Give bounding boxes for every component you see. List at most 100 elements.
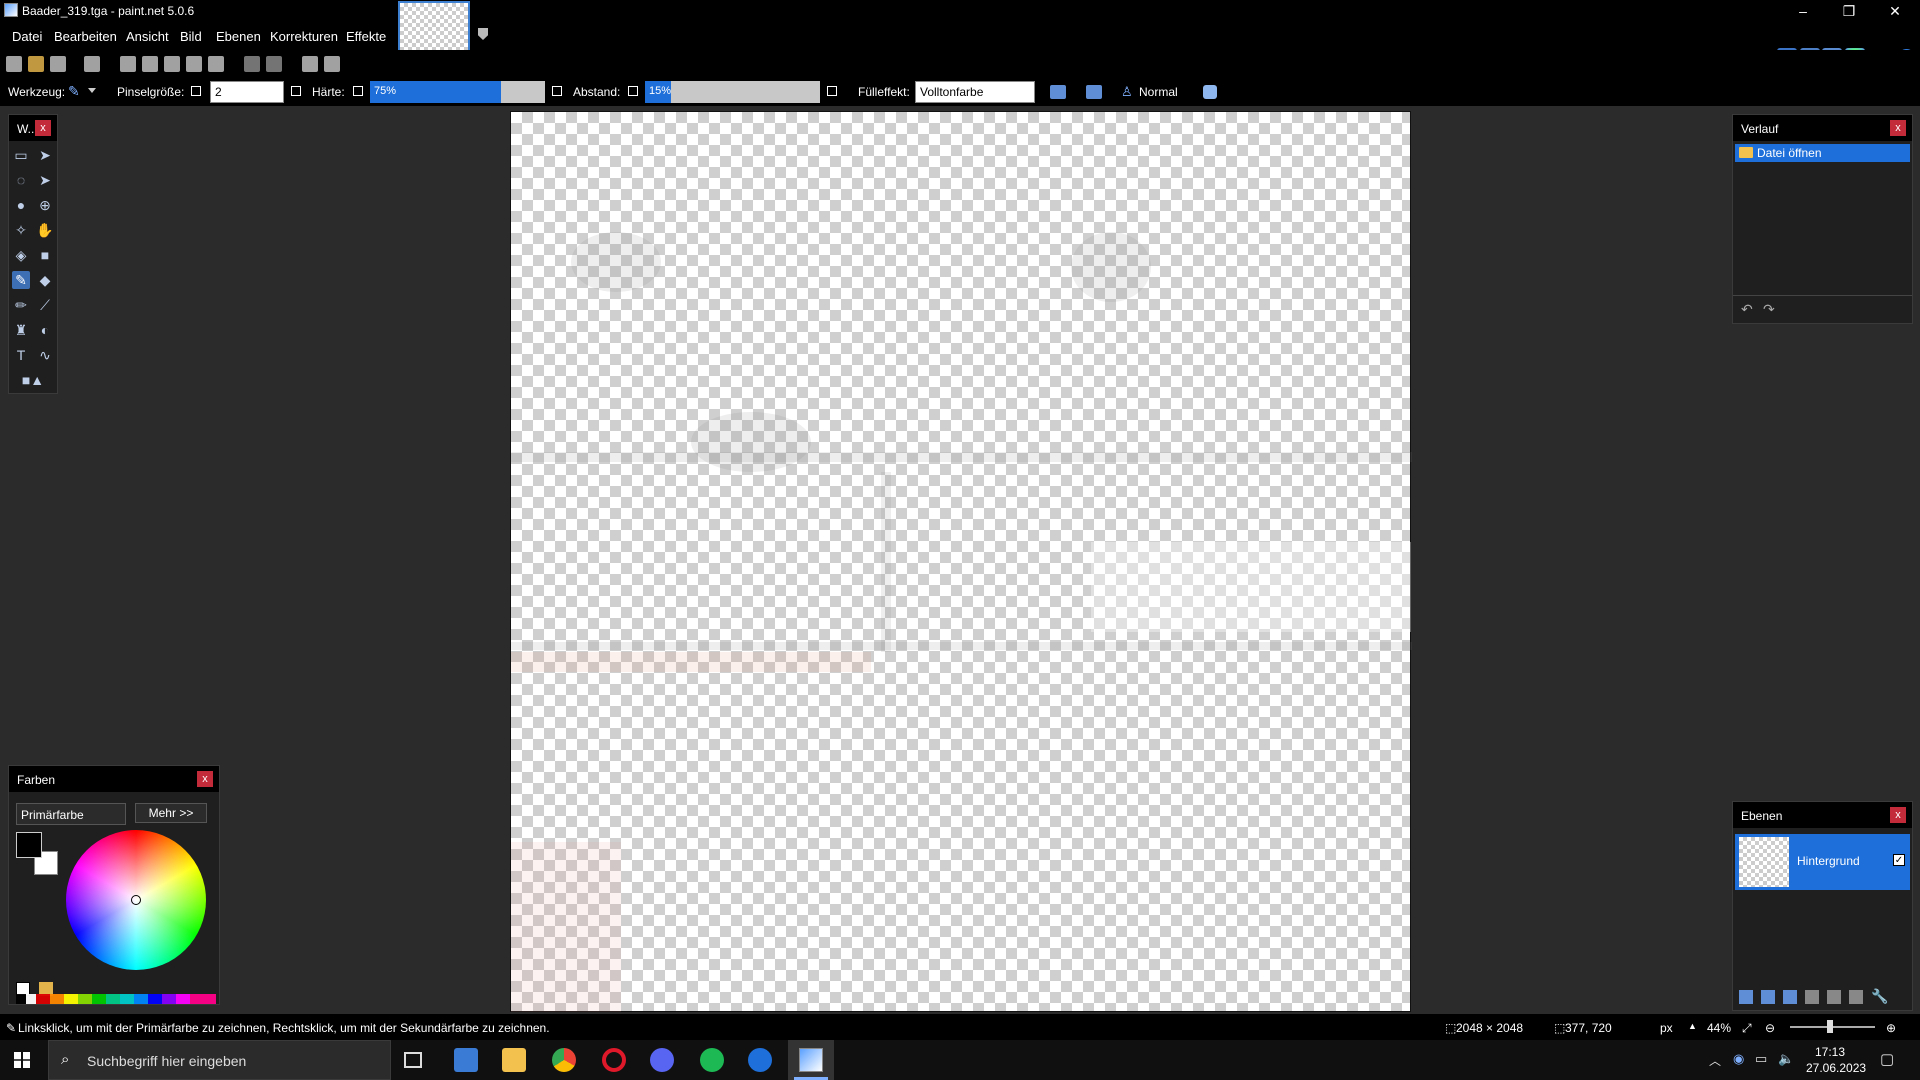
- clone-stamp-tool-icon[interactable]: ♜: [12, 321, 30, 339]
- paintnet-taskbar-button[interactable]: [788, 1040, 834, 1080]
- color-mode-select[interactable]: Primärfarbe: [16, 803, 126, 825]
- sampling-icon[interactable]: [1203, 85, 1217, 99]
- history-entry[interactable]: Datei öffnen: [1735, 144, 1910, 162]
- redo-icon[interactable]: [266, 56, 282, 72]
- steam-icon[interactable]: ◉: [1733, 1051, 1744, 1067]
- volume-icon[interactable]: 🔈: [1778, 1051, 1794, 1067]
- zoom-fit-icon[interactable]: ⤢: [1742, 1021, 1752, 1036]
- merge-layer-icon[interactable]: [1805, 990, 1819, 1004]
- new-icon[interactable]: [6, 56, 22, 72]
- notification-icon[interactable]: ▢: [1880, 1050, 1894, 1068]
- discord-icon[interactable]: [650, 1048, 674, 1072]
- primary-color-swatch[interactable]: [16, 832, 42, 858]
- paste-icon[interactable]: [164, 56, 180, 72]
- chevron-up-icon[interactable]: ︿: [1709, 1052, 1721, 1069]
- layer-visibility-checkbox[interactable]: ✓: [1893, 854, 1905, 866]
- menu-effekte[interactable]: Effekte: [346, 29, 386, 44]
- clock-date[interactable]: 27.06.2023: [1806, 1061, 1866, 1075]
- pan-tool-icon[interactable]: ✋: [36, 221, 54, 239]
- lasso-tool-icon[interactable]: ◌: [12, 171, 30, 189]
- network-icon[interactable]: ▭: [1755, 1051, 1767, 1067]
- redo-icon[interactable]: ↷: [1763, 301, 1775, 318]
- more-colors-button[interactable]: Mehr >>: [135, 803, 207, 823]
- layer-row[interactable]: Hintergrund ✓: [1735, 834, 1910, 890]
- crop-icon[interactable]: [186, 56, 202, 72]
- ruler-icon[interactable]: [324, 56, 340, 72]
- brush-size-increase-button[interactable]: [291, 86, 301, 96]
- image-canvas[interactable]: [510, 111, 1412, 1012]
- fill-select[interactable]: Volltonfarbe: [915, 81, 1035, 103]
- rect-select-tool-icon[interactable]: ▭: [12, 146, 30, 164]
- text-tool-icon[interactable]: T: [12, 346, 30, 364]
- shapes-tool-icon[interactable]: ■▲: [15, 371, 51, 389]
- move-selection-tool-icon[interactable]: ➤: [36, 146, 54, 164]
- close-icon[interactable]: x: [1890, 807, 1906, 823]
- pencil-tool-icon[interactable]: ✏: [12, 296, 30, 314]
- move-layer-up-icon[interactable]: [1827, 990, 1841, 1004]
- copy-icon[interactable]: [142, 56, 158, 72]
- clock-time[interactable]: 17:13: [1815, 1045, 1845, 1059]
- close-icon[interactable]: x: [1890, 120, 1906, 136]
- antialias-icon[interactable]: [1050, 85, 1066, 99]
- grid-icon[interactable]: [302, 56, 318, 72]
- delete-layer-icon[interactable]: [1761, 990, 1775, 1004]
- menu-korrekturen[interactable]: Korrekturen: [270, 29, 338, 44]
- menu-bearbeiten[interactable]: Bearbeiten: [54, 29, 117, 44]
- spacing-increase-button[interactable]: [827, 86, 837, 96]
- move-selected-tool-icon[interactable]: ➤: [36, 171, 54, 189]
- save-icon[interactable]: [50, 56, 66, 72]
- restore-button[interactable]: ❐: [1826, 0, 1872, 22]
- zoom-slider-thumb[interactable]: [1827, 1020, 1833, 1033]
- opera-icon[interactable]: [602, 1048, 626, 1072]
- paintbrush-icon[interactable]: ✎: [68, 83, 84, 99]
- task-view-icon[interactable]: [404, 1052, 422, 1068]
- unit-select[interactable]: px: [1660, 1021, 1673, 1035]
- zoom-in-icon[interactable]: ⊕: [1886, 1021, 1896, 1035]
- spacing-slider[interactable]: [645, 81, 820, 103]
- eraser-tool-icon[interactable]: ◆: [36, 271, 54, 289]
- deselect-icon[interactable]: [208, 56, 224, 72]
- menu-bild[interactable]: Bild: [180, 29, 202, 44]
- brush-size-decrease-button[interactable]: [191, 86, 201, 96]
- duplicate-layer-icon[interactable]: [1783, 990, 1797, 1004]
- minimize-button[interactable]: –: [1780, 0, 1826, 22]
- spotify-icon[interactable]: [700, 1048, 724, 1072]
- gradient-tool-icon[interactable]: ■: [36, 246, 54, 264]
- layer-properties-icon[interactable]: 🔧: [1871, 988, 1888, 1005]
- undo-icon[interactable]: [244, 56, 260, 72]
- menu-ebenen[interactable]: Ebenen: [216, 29, 261, 44]
- store-icon[interactable]: [454, 1048, 478, 1072]
- color-wheel-cursor[interactable]: [131, 895, 141, 905]
- add-layer-icon[interactable]: [1739, 990, 1753, 1004]
- color-picker-tool-icon[interactable]: ⟋: [36, 296, 54, 314]
- paintbrush-tool-icon[interactable]: ✎: [12, 271, 30, 289]
- chevron-down-icon[interactable]: [88, 88, 96, 93]
- close-window-button[interactable]: ✕: [1872, 0, 1918, 22]
- spacing-decrease-button[interactable]: [628, 86, 638, 96]
- open-icon[interactable]: [28, 56, 44, 72]
- close-icon[interactable]: x: [35, 120, 51, 136]
- app-icon[interactable]: [748, 1048, 772, 1072]
- file-explorer-icon[interactable]: [502, 1048, 526, 1072]
- hardness-decrease-button[interactable]: [353, 86, 363, 96]
- line-curve-tool-icon[interactable]: ∿: [36, 346, 54, 364]
- blend-mode-select[interactable]: Normal: [1139, 85, 1178, 99]
- menu-ansicht[interactable]: Ansicht: [126, 29, 169, 44]
- recolor-tool-icon[interactable]: ◐: [36, 321, 54, 339]
- undo-icon[interactable]: ↶: [1741, 301, 1753, 318]
- chrome-icon[interactable]: [552, 1048, 576, 1072]
- windows-start-icon[interactable]: [14, 1052, 30, 1068]
- zoom-tool-icon[interactable]: ⊕: [36, 196, 54, 214]
- magic-wand-tool-icon[interactable]: ✧: [12, 221, 30, 239]
- palette-icon[interactable]: [39, 982, 53, 996]
- brush-size-input[interactable]: 2: [210, 81, 284, 103]
- paint-bucket-tool-icon[interactable]: ◈: [12, 246, 30, 264]
- move-layer-down-icon[interactable]: [1849, 990, 1863, 1004]
- zoom-out-icon[interactable]: ⊖: [1765, 1021, 1775, 1035]
- print-icon[interactable]: [84, 56, 100, 72]
- add-color-icon[interactable]: [16, 982, 30, 996]
- zoom-level[interactable]: 44%: [1707, 1021, 1731, 1035]
- close-icon[interactable]: x: [197, 771, 213, 787]
- hardness-increase-button[interactable]: [552, 86, 562, 96]
- menu-datei[interactable]: Datei: [12, 29, 42, 44]
